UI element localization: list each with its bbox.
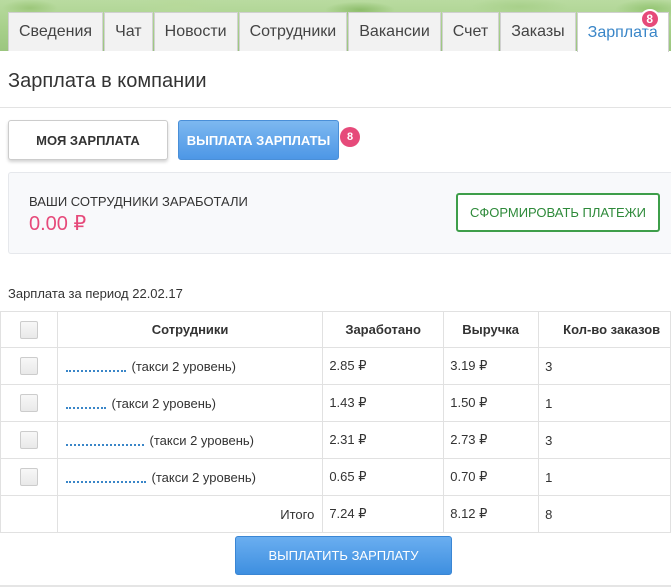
earnings-panel: ВАШИ СОТРУДНИКИ ЗАРАБОТАЛИ 0.00 ₽ СФОРМИ… xyxy=(8,172,671,254)
total-earned: 7.24 ₽ xyxy=(322,495,445,533)
employee-name-link[interactable] xyxy=(65,436,144,447)
row-select-cell xyxy=(0,347,58,385)
header-employees: Сотрудники xyxy=(56,311,324,348)
employee-role: (такси 2 уровень) xyxy=(149,432,255,448)
total-revenue: 8.12 ₽ xyxy=(443,495,540,533)
header-earned: Заработано xyxy=(322,311,445,348)
row-checkbox[interactable] xyxy=(19,468,38,486)
salary-payout-button[interactable]: ВЫПЛАТА ЗАРПЛАТЫ xyxy=(178,120,339,160)
row-checkbox[interactable] xyxy=(19,431,38,449)
employee-name-link[interactable] xyxy=(65,362,126,373)
row-checkbox[interactable] xyxy=(19,394,38,412)
earned-cell: 0.65 ₽ xyxy=(322,458,445,496)
header-select-cell xyxy=(0,311,58,348)
total-orders: 8 xyxy=(538,495,671,533)
header-orders: Кол-во заказов xyxy=(538,311,671,348)
earned-cell: 1.43 ₽ xyxy=(322,384,445,422)
form-payments-button[interactable]: СФОРМИРОВАТЬ ПЛАТЕЖИ xyxy=(456,193,660,232)
revenue-cell: 2.73 ₽ xyxy=(443,421,540,459)
employee-role: (такси 2 уровень) xyxy=(111,395,217,411)
salary-table: Сотрудники Заработано Выручка Кол-во зак… xyxy=(0,311,671,533)
employee-role: (такси 2 уровень) xyxy=(131,358,237,374)
tab-vacancies[interactable]: Вакансии xyxy=(348,12,441,51)
employee-cell: (такси 2 уровень) xyxy=(56,384,324,422)
tab-info[interactable]: Сведения xyxy=(8,12,104,51)
row-checkbox[interactable] xyxy=(19,357,38,375)
employee-name-link[interactable] xyxy=(65,399,106,410)
period-text: Зарплата за период 22.02.17 xyxy=(8,286,183,301)
table-row: (такси 2 уровень) 1.43 ₽ 1.50 ₽ 1 xyxy=(0,384,671,422)
tabs: Сведения Чат Новости Сотрудники Вакансии… xyxy=(8,9,670,52)
tab-salary-badge: 8 xyxy=(639,9,660,29)
revenue-cell: 1.50 ₽ xyxy=(443,384,540,422)
header-revenue: Выручка xyxy=(443,311,540,348)
tab-employees[interactable]: Сотрудники xyxy=(238,12,348,51)
employee-cell: (такси 2 уровень) xyxy=(56,421,324,459)
table-row: (такси 2 уровень) 2.85 ₽ 3.19 ₽ 3 xyxy=(0,347,671,385)
tab-orders[interactable]: Заказы xyxy=(500,12,576,51)
employee-name-link[interactable] xyxy=(65,473,146,484)
tab-salary[interactable]: Зарплата 8 xyxy=(576,9,669,52)
select-all-checkbox[interactable] xyxy=(19,320,38,339)
title-divider xyxy=(0,107,671,108)
orders-cell: 1 xyxy=(538,384,671,422)
tab-account[interactable]: Счет xyxy=(441,12,500,51)
revenue-cell: 3.19 ₽ xyxy=(443,347,540,385)
table-total-row: Итого 7.24 ₽ 8.12 ₽ 8 xyxy=(0,495,671,533)
table-header-row: Сотрудники Заработано Выручка Кол-во зак… xyxy=(0,311,671,348)
tab-bar: Сведения Чат Новости Сотрудники Вакансии… xyxy=(0,0,671,52)
row-select-cell xyxy=(0,384,58,422)
salary-payout-badge: 8 xyxy=(340,127,360,147)
total-empty-cell xyxy=(0,495,58,533)
table-row: (такси 2 уровень) 2.31 ₽ 2.73 ₽ 3 xyxy=(0,421,671,459)
revenue-cell: 0.70 ₽ xyxy=(443,458,540,496)
row-select-cell xyxy=(0,421,58,459)
orders-cell: 3 xyxy=(538,347,671,385)
employee-role: (такси 2 уровень) xyxy=(151,469,257,485)
pay-salary-button[interactable]: ВЫПЛАТИТЬ ЗАРПЛАТУ xyxy=(235,536,452,575)
earned-cell: 2.31 ₽ xyxy=(322,421,445,459)
page-title: Зарплата в компании xyxy=(8,70,207,92)
employee-cell: (такси 2 уровень) xyxy=(56,458,324,496)
tab-chat[interactable]: Чат xyxy=(104,12,153,51)
orders-cell: 1 xyxy=(538,458,671,496)
orders-cell: 3 xyxy=(538,421,671,459)
total-label: Итого xyxy=(56,495,324,533)
employee-cell: (такси 2 уровень) xyxy=(56,347,324,385)
my-salary-button[interactable]: МОЯ ЗАРПЛАТА xyxy=(8,120,168,160)
earnings-label: ВАШИ СОТРУДНИКИ ЗАРАБОТАЛИ xyxy=(29,194,248,209)
earned-cell: 2.85 ₽ xyxy=(322,347,445,385)
row-select-cell xyxy=(0,458,58,496)
earnings-value: 0.00 ₽ xyxy=(29,213,87,235)
tab-news[interactable]: Новости xyxy=(153,12,238,51)
table-row: (такси 2 уровень) 0.65 ₽ 0.70 ₽ 1 xyxy=(0,458,671,496)
